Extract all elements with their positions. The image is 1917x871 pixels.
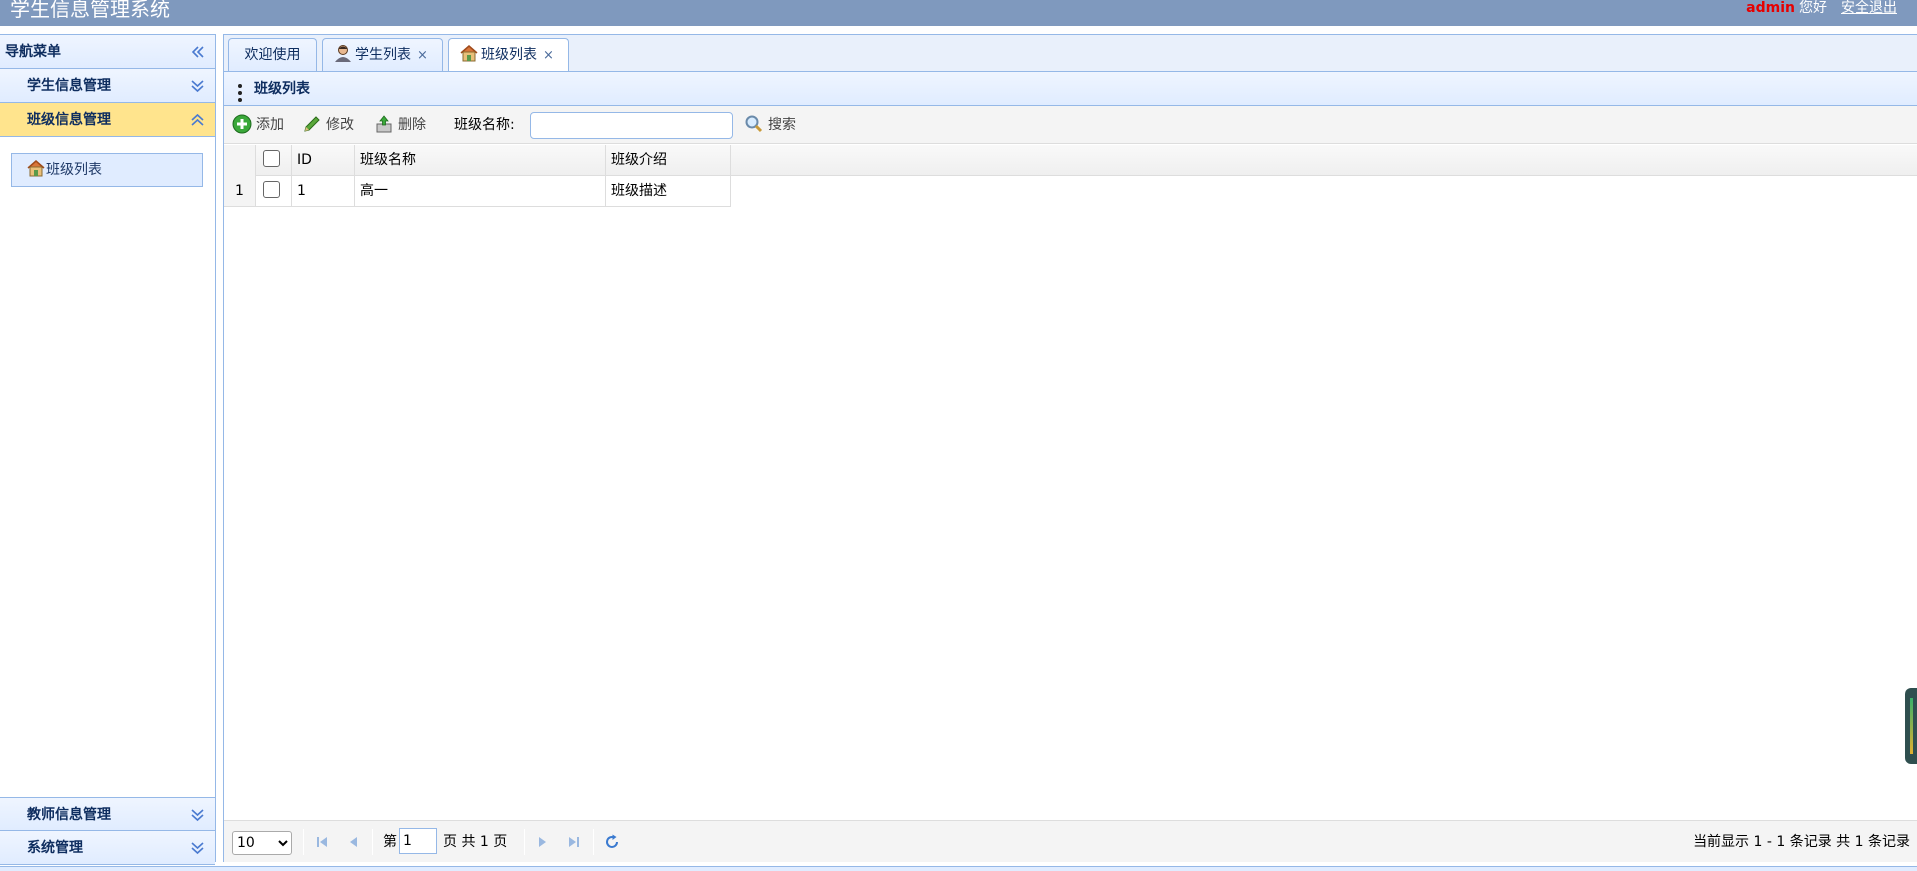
nav-menu-header: 导航菜单 xyxy=(0,35,215,69)
pager-separator xyxy=(372,829,373,855)
class-name-search-input[interactable] xyxy=(530,112,733,139)
bottom-border xyxy=(0,866,1917,871)
delete-icon xyxy=(374,114,394,134)
table-row[interactable]: 1 1 高一 班级描述 xyxy=(224,176,1917,207)
logout-link[interactable]: 安全退出 xyxy=(1841,0,1897,16)
section-system-management[interactable]: 系统管理 xyxy=(0,831,215,865)
tab-bar: 欢迎使用 学生列表 × 班级列表 × xyxy=(223,34,1917,73)
tab-label: 班级列表 xyxy=(481,47,537,63)
nav-item-class-list[interactable]: 班级列表 xyxy=(11,153,203,187)
chevron-double-down-icon[interactable] xyxy=(190,840,205,856)
rownum-header xyxy=(224,145,256,176)
prev-page-icon[interactable] xyxy=(344,832,364,852)
row-select-cell xyxy=(256,176,292,207)
delete-label: 删除 xyxy=(398,117,426,133)
close-icon[interactable]: × xyxy=(543,48,554,63)
column-header-id[interactable]: ID xyxy=(292,145,355,176)
search-icon xyxy=(744,114,764,134)
collapse-left-icon[interactable] xyxy=(190,44,205,60)
tab-label: 学生列表 xyxy=(355,47,411,63)
class-info-panel-body: 班级列表 xyxy=(0,137,215,797)
grid-header-row: ID 班级名称 班级介绍 xyxy=(224,145,1917,176)
pager-separator xyxy=(524,829,525,855)
column-header-class-name[interactable]: 班级名称 xyxy=(355,145,606,176)
nav-menu-title: 导航菜单 xyxy=(5,44,61,60)
close-icon[interactable]: × xyxy=(417,48,428,63)
chevron-double-up-icon[interactable] xyxy=(190,112,205,128)
section-class-info[interactable]: 班级信息管理 xyxy=(0,103,215,137)
chevron-double-down-icon[interactable] xyxy=(190,807,205,823)
add-icon xyxy=(232,114,252,134)
pager-separator xyxy=(593,829,594,855)
house-icon xyxy=(459,42,479,62)
search-label: 搜索 xyxy=(768,117,796,133)
vertical-dots-icon xyxy=(238,81,242,102)
student-icon xyxy=(333,42,353,62)
grid-toolbar: 添加 修改 删除 班级名称: 搜索 xyxy=(224,106,1917,144)
navigation-sidebar: 导航菜单 学生信息管理 班级信息管理 班级列表 教师信息管理 系统管理 xyxy=(0,34,216,865)
section-label: 教师信息管理 xyxy=(27,807,111,823)
tab-student-list[interactable]: 学生列表 × xyxy=(322,38,443,72)
last-page-icon[interactable] xyxy=(564,832,584,852)
panel-title-bar: 班级列表 xyxy=(224,72,1917,106)
record-count-info: 当前显示 1 - 1 条记录 共 1 条记录 xyxy=(1693,834,1910,850)
row-checkbox[interactable] xyxy=(263,181,280,198)
page-number-input[interactable] xyxy=(399,828,437,854)
top-header: 学生信息管理系统 admin 您好 安全退出 xyxy=(0,0,1917,26)
main-panel: 班级列表 添加 修改 删除 班级名称: 搜索 ID 班级名称 班级介绍 1 1 … xyxy=(223,71,1917,862)
cell-class-intro: 班级描述 xyxy=(606,176,731,207)
user-area: admin 您好 安全退出 xyxy=(1746,0,1897,16)
tab-welcome[interactable]: 欢迎使用 xyxy=(228,38,317,72)
section-teacher-info[interactable]: 教师信息管理 xyxy=(0,797,215,831)
tab-class-list[interactable]: 班级列表 × xyxy=(448,38,569,73)
pager-separator xyxy=(303,829,304,855)
add-button[interactable]: 添加 xyxy=(232,114,284,136)
side-drag-handle[interactable] xyxy=(1905,688,1917,764)
section-label: 班级信息管理 xyxy=(27,112,111,128)
first-page-icon[interactable] xyxy=(312,832,332,852)
delete-button[interactable]: 删除 xyxy=(374,114,426,136)
page-prefix: 第 xyxy=(383,834,397,850)
add-label: 添加 xyxy=(256,117,284,133)
select-all-checkbox[interactable] xyxy=(263,150,280,167)
panel-title: 班级列表 xyxy=(254,81,310,97)
cell-id: 1 xyxy=(292,176,355,207)
section-label: 系统管理 xyxy=(27,840,83,856)
pagination-bar: 10 第 页 共 1 页 当前显示 1 - 1 条记录 共 1 条记录 xyxy=(224,820,1917,862)
select-all-cell xyxy=(256,145,292,176)
next-page-icon[interactable] xyxy=(532,832,552,852)
page-total-text: 页 共 1 页 xyxy=(443,834,508,850)
edit-button[interactable]: 修改 xyxy=(302,114,354,136)
section-label: 学生信息管理 xyxy=(27,78,111,94)
tab-label: 欢迎使用 xyxy=(244,47,301,63)
refresh-icon[interactable] xyxy=(602,832,622,852)
house-icon xyxy=(26,157,46,177)
page-size-select[interactable]: 10 xyxy=(232,831,292,855)
row-number: 1 xyxy=(224,176,256,207)
chevron-double-down-icon[interactable] xyxy=(190,78,205,94)
edit-label: 修改 xyxy=(326,117,354,133)
section-student-info[interactable]: 学生信息管理 xyxy=(0,69,215,103)
column-header-class-intro[interactable]: 班级介绍 xyxy=(606,145,731,176)
pencil-icon xyxy=(302,114,322,134)
search-button[interactable]: 搜索 xyxy=(744,114,796,136)
app-title: 学生信息管理系统 xyxy=(10,0,170,21)
greeting-text: 您好 xyxy=(1799,0,1827,16)
nav-item-label: 班级列表 xyxy=(46,162,102,178)
current-user: admin xyxy=(1746,0,1795,16)
cell-class-name: 高一 xyxy=(355,176,606,207)
class-name-label: 班级名称: xyxy=(454,117,515,133)
